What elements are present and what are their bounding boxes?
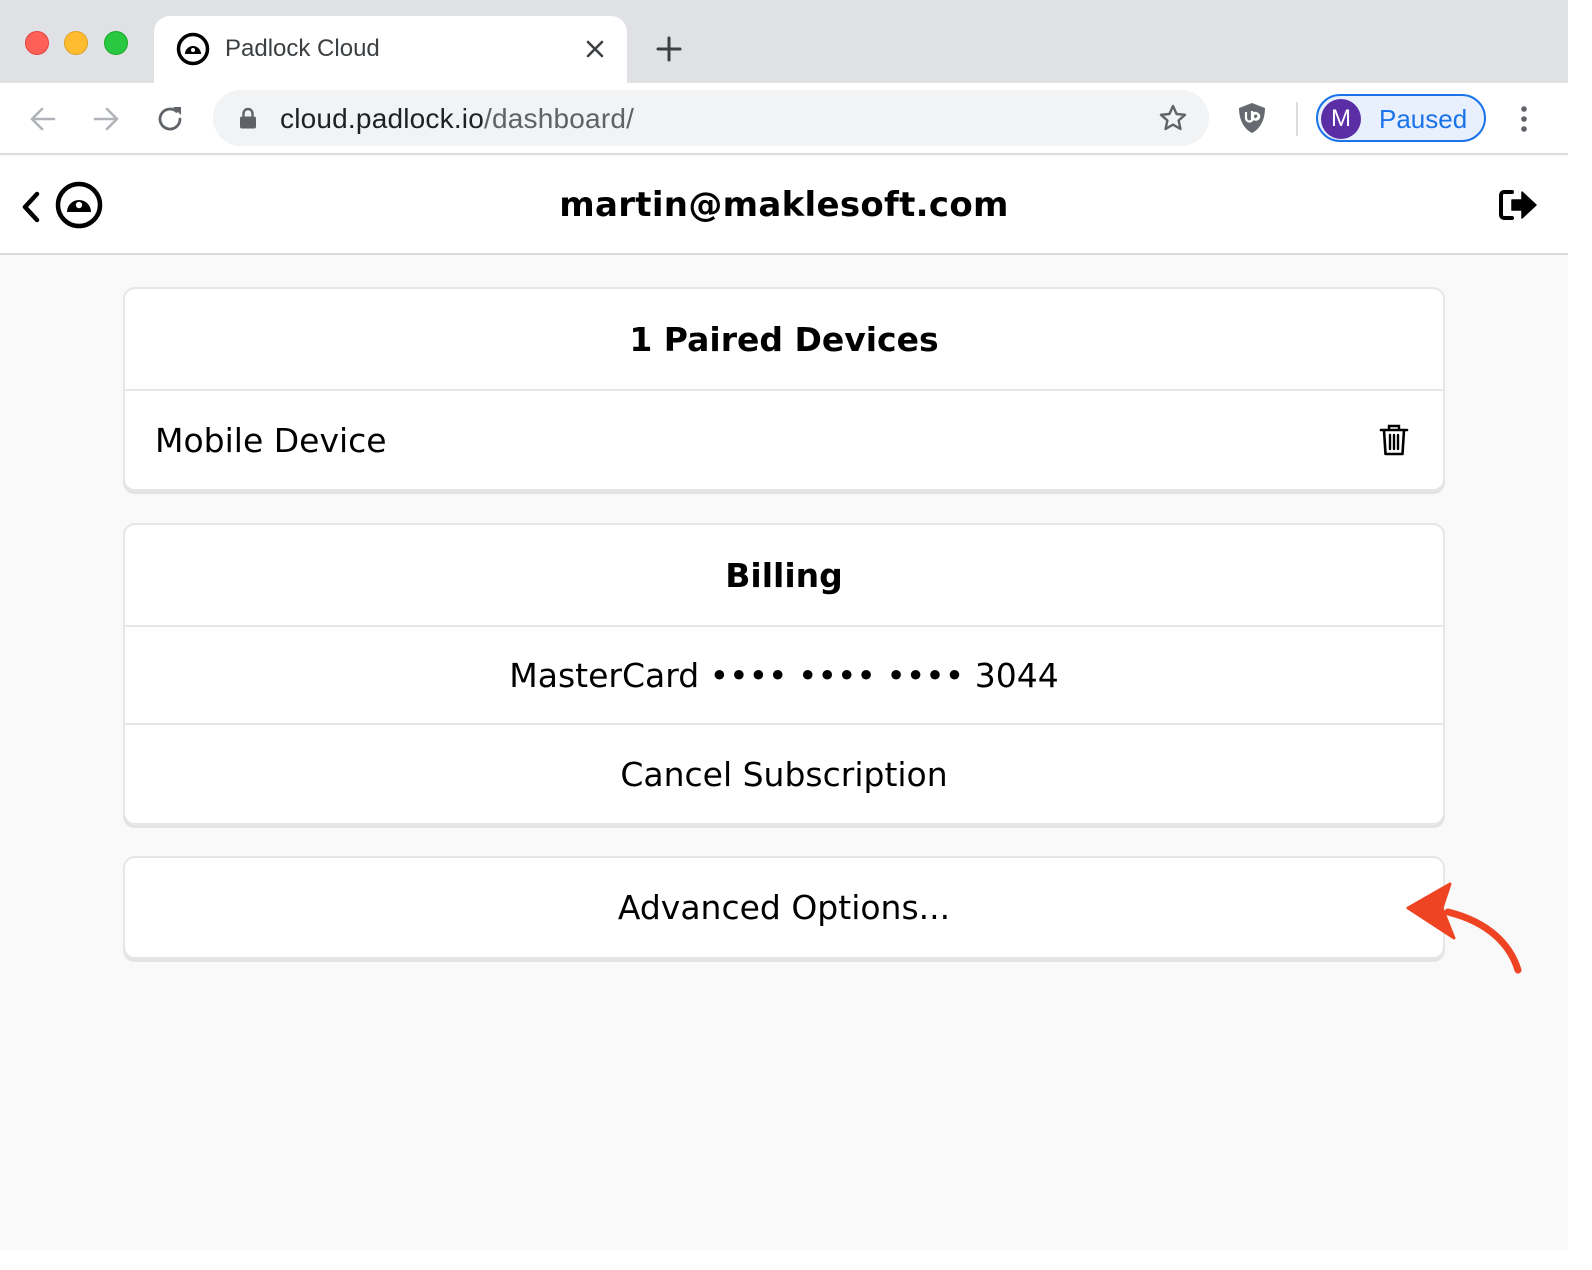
- url-path: /dashboard/: [484, 103, 635, 134]
- padlock-logo-icon: [176, 32, 210, 66]
- toolbar-divider: [1296, 102, 1298, 136]
- trash-icon[interactable]: [1379, 423, 1409, 457]
- forward-arrow-icon[interactable]: [91, 104, 121, 134]
- account-email: martin@maklesoft.com: [559, 185, 1009, 225]
- reload-icon[interactable]: [154, 103, 186, 135]
- profile-button[interactable]: M Paused: [1316, 94, 1486, 142]
- url-text[interactable]: cloud.padlock.io/dashboard/: [280, 103, 634, 135]
- browser-toolbar: cloud.padlock.io/dashboard/ M Paused: [0, 83, 1568, 155]
- tab-padlock-cloud[interactable]: Padlock Cloud: [154, 16, 627, 83]
- more-vert-icon[interactable]: [1512, 103, 1536, 135]
- address-bar[interactable]: cloud.padlock.io/dashboard/: [213, 90, 1209, 146]
- billing-heading: Billing: [725, 555, 843, 595]
- tab-strip: Padlock Cloud: [0, 0, 1568, 83]
- device-row[interactable]: Mobile Device: [125, 389, 1443, 489]
- payment-method-row[interactable]: MasterCard •••• •••• •••• 3044: [125, 625, 1443, 723]
- browser-window: Padlock Cloud cloud.padlock.io/dashboard…: [0, 0, 1568, 1250]
- paired-devices-heading: 1 Paired Devices: [629, 319, 939, 359]
- annotation-arrow-icon: [1406, 882, 1522, 974]
- billing-card: Billing MasterCard •••• •••• •••• 3044 C…: [123, 523, 1445, 825]
- minimize-window-button[interactable]: [64, 31, 88, 55]
- advanced-options-card: Advanced Options...: [123, 856, 1445, 959]
- paired-devices-card: 1 Paired Devices Mobile Device: [123, 287, 1445, 491]
- plus-icon[interactable]: [654, 34, 684, 64]
- profile-status: Paused: [1379, 104, 1468, 134]
- star-icon[interactable]: [1158, 103, 1188, 133]
- logout-icon[interactable]: [1498, 187, 1538, 223]
- close-window-button[interactable]: [25, 31, 49, 55]
- url-host: cloud.padlock.io: [280, 103, 484, 134]
- zoom-window-button[interactable]: [104, 31, 128, 55]
- lock-icon[interactable]: [239, 107, 257, 129]
- back-arrow-icon[interactable]: [28, 104, 58, 134]
- close-icon[interactable]: [582, 36, 608, 62]
- avatar: M: [1321, 99, 1361, 139]
- advanced-options-button[interactable]: Advanced Options...: [125, 858, 1443, 957]
- device-name: Mobile Device: [155, 420, 387, 460]
- cancel-subscription-button[interactable]: Cancel Subscription: [125, 723, 1443, 823]
- ublock-icon[interactable]: [1237, 101, 1267, 135]
- tab-title: Padlock Cloud: [225, 35, 380, 62]
- app-header: martin@maklesoft.com: [0, 157, 1568, 255]
